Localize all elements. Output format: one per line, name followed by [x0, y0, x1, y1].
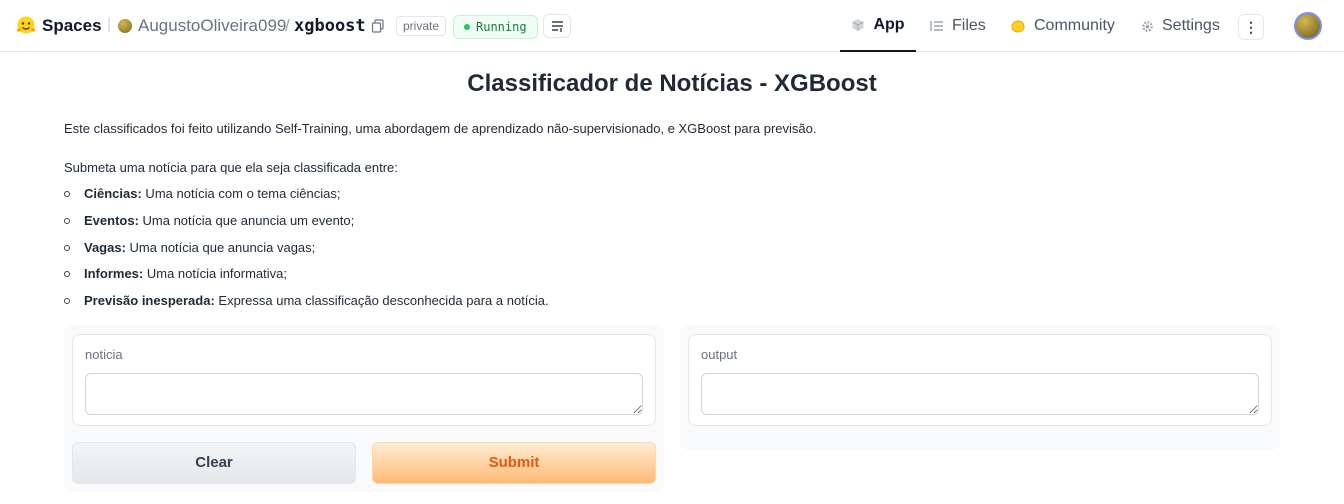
category-name: Previsão inesperada:: [84, 293, 215, 309]
app-cube-icon: [852, 19, 865, 31]
category-name: Ciências:: [84, 186, 142, 201]
status-dot-icon: [464, 24, 470, 30]
list-item: Eventos: Uma notícia que anuncia um even…: [64, 213, 549, 240]
spaces-link[interactable]: Spaces: [42, 16, 102, 36]
category-name: Vagas:: [84, 239, 126, 255]
list-item: Previsão inesperada: Expressa uma classi…: [64, 293, 549, 320]
community-hand-icon: [1011, 20, 1025, 33]
description-text: Este classificados foi feito utilizando …: [64, 121, 817, 136]
path-separator: /: [285, 16, 290, 35]
tab-files-label: Files: [952, 17, 986, 34]
tab-community[interactable]: Community: [1010, 0, 1115, 52]
logs-button[interactable]: [543, 14, 571, 38]
top-bar: Spaces | AugustoOliveira099 / xgboost pr…: [0, 0, 1344, 52]
output-textarea[interactable]: [701, 373, 1259, 415]
intro-text: Submeta uma notícia para que ela seja cl…: [64, 160, 398, 175]
more-options-button[interactable]: ⋮: [1238, 14, 1264, 40]
owner-link[interactable]: AugustoOliveira099: [138, 16, 286, 36]
gear-icon: [1142, 20, 1153, 32]
input-panel: noticia Clear Submit: [64, 325, 664, 492]
status-label: Running: [476, 20, 527, 34]
owner-avatar: [118, 19, 132, 33]
category-text: Uma notícia que anuncia um evento;: [138, 212, 355, 228]
header-divider: |: [107, 16, 112, 33]
tab-files[interactable]: Files: [930, 0, 986, 52]
copy-icon[interactable]: [371, 19, 385, 33]
status-badge[interactable]: Running: [453, 15, 538, 39]
noticia-block: noticia: [72, 334, 656, 426]
tab-app[interactable]: App: [840, 0, 916, 52]
category-text: Expressa uma classificação desconhecida …: [214, 293, 549, 309]
list-item: Vagas: Uma notícia que anuncia vagas;: [64, 240, 549, 267]
clear-button[interactable]: Clear: [72, 442, 356, 484]
category-name: Informes:: [84, 266, 144, 282]
tab-settings[interactable]: Settings: [1141, 0, 1220, 52]
output-label: output: [701, 347, 738, 362]
category-list: Ciências: Uma notícia com o tema ciência…: [64, 186, 549, 320]
list-item: Informes: Uma notícia informativa;: [64, 266, 549, 293]
repo-name-link[interactable]: xgboost: [294, 16, 366, 36]
noticia-label: noticia: [85, 347, 123, 362]
visibility-badge: private: [396, 16, 447, 36]
category-text: Uma notícia que anuncia vagas;: [125, 239, 316, 255]
output-block: output: [688, 334, 1272, 426]
list-item: Ciências: Uma notícia com o tema ciência…: [64, 186, 549, 213]
category-text: Uma notícia informativa;: [143, 266, 288, 282]
category-text: Uma notícia com o tema ciências;: [141, 186, 341, 201]
hugging-face-logo-icon[interactable]: [16, 15, 36, 35]
submit-button[interactable]: Submit: [372, 442, 656, 484]
category-name: Eventos:: [84, 212, 139, 228]
output-panel: output: [680, 325, 1280, 450]
user-avatar[interactable]: [1294, 12, 1322, 40]
tab-community-label: Community: [1034, 17, 1115, 34]
noticia-textarea[interactable]: [85, 373, 643, 415]
tab-settings-label: Settings: [1162, 17, 1220, 34]
tab-app-label: App: [873, 16, 905, 33]
logs-icon: [552, 21, 563, 32]
page-title: Classificador de Notícias - XGBoost: [467, 70, 877, 97]
files-icon: [930, 21, 943, 31]
